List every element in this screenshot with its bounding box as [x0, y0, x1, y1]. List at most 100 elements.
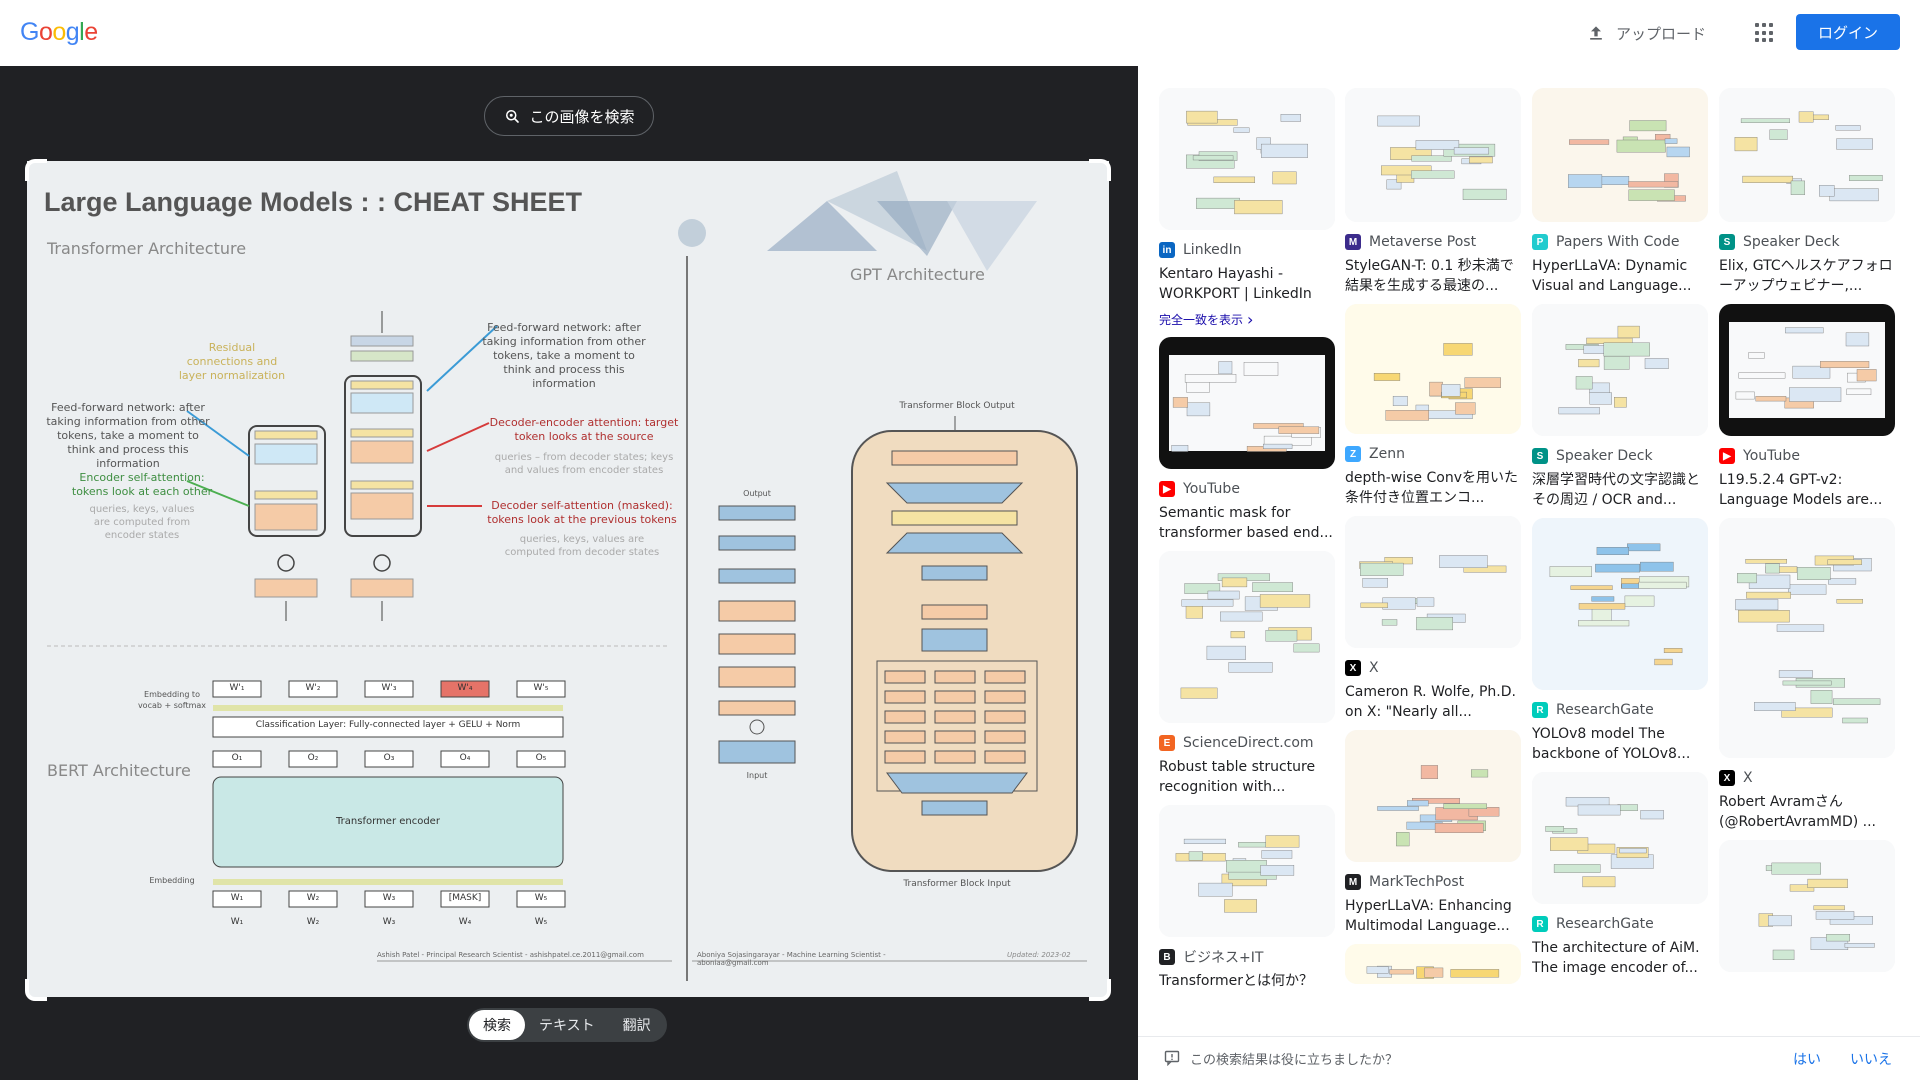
feedback-question: この検索結果は役に立ちましたか？: [1190, 1053, 1399, 1068]
results-column: in LinkedIn Kentaro Hayashi - WORKPORT | L…: [1159, 88, 1335, 1019]
image-ann-encoder-self: Encoder self-attention: tokens look at e…: [71, 471, 213, 498]
apps-grid-icon[interactable]: [1752, 20, 1778, 46]
result-card[interactable]: Z Zenn depth-wise Convを用いた条件付き位置エンコ...: [1345, 304, 1521, 508]
result-title[interactable]: L19.5.2.4 GPT-v2: Language Models are...: [1719, 470, 1895, 510]
tab-text[interactable]: テキスト: [525, 1010, 609, 1040]
result-thumbnail[interactable]: [1159, 551, 1335, 723]
source-favicon-icon: ▶: [1159, 481, 1175, 497]
crop-handle-top-right[interactable]: [1089, 159, 1111, 181]
tab-search[interactable]: 検索: [469, 1010, 525, 1040]
result-thumbnail[interactable]: [1345, 944, 1521, 984]
result-title[interactable]: Robust table structure recognition with.…: [1159, 757, 1335, 797]
bert-input: W₃: [382, 893, 396, 903]
source-favicon-icon: M: [1345, 874, 1361, 890]
result-card[interactable]: R ResearchGate The architecture of AiM. Th…: [1532, 772, 1708, 978]
image-ann-decoder-encoder: Decoder-encoder attention: target token …: [489, 416, 679, 443]
bert-input-below: W₄: [458, 917, 472, 927]
bert-output: O₃: [383, 753, 395, 763]
result-title[interactable]: Transformerとは何か？: [1159, 971, 1335, 1011]
result-title[interactable]: Robert Avramさん (@RobertAvramMD) ...: [1719, 792, 1895, 832]
result-thumbnail[interactable]: [1159, 805, 1335, 937]
image-footer-right: Aboniya Sojasingarayar - Machine Learnin…: [697, 951, 886, 967]
result-card[interactable]: S Speaker Deck Elix, GTCヘルスケアフォローアップウェビナー,…: [1719, 88, 1895, 296]
source-name: LinkedIn: [1183, 242, 1242, 258]
result-source: M Metaverse Post: [1345, 232, 1521, 252]
result-thumbnail[interactable]: [1345, 88, 1521, 222]
feedback-yes-button[interactable]: はい: [1793, 1049, 1821, 1069]
image-ann-residual: Residual connections and layer normaliza…: [178, 341, 286, 382]
result-title[interactable]: 深層学習時代の文字認識とその周辺 / OCR and...: [1532, 470, 1708, 510]
image-section-bert: BERT Architecture: [47, 761, 191, 780]
result-title[interactable]: HyperLLaVA: Enhancing Multimodal Languag…: [1345, 896, 1521, 936]
source-name: X: [1369, 660, 1379, 676]
selected-image[interactable]: Large Language Models : : CHEAT SHEET Tr…: [27, 161, 1109, 997]
result-thumbnail[interactable]: [1719, 840, 1895, 972]
source-favicon-icon: Z: [1345, 446, 1361, 462]
image-title: Large Language Models : : CHEAT SHEET: [44, 187, 583, 217]
source-favicon-icon: E: [1159, 735, 1175, 751]
result-title[interactable]: The architecture of AiM. The image encod…: [1532, 938, 1708, 978]
result-card[interactable]: E ScienceDirect.com Robust table structure…: [1159, 551, 1335, 797]
result-thumbnail[interactable]: [1159, 337, 1335, 469]
source-name: YouTube: [1183, 481, 1240, 497]
tab-translate[interactable]: 翻訳: [609, 1010, 665, 1040]
lens-search-icon: [506, 110, 520, 123]
source-name: YouTube: [1743, 448, 1800, 464]
result-thumbnail[interactable]: [1345, 730, 1521, 862]
result-card[interactable]: S Speaker Deck 深層学習時代の文字認識とその周辺 / OCR and.…: [1532, 304, 1708, 510]
google-logo[interactable]: Google: [20, 18, 98, 47]
image-section-transformer: Transformer Architecture: [47, 239, 247, 258]
bert-input-below: W₅: [534, 917, 548, 927]
upload-button[interactable]: アップロード: [1586, 20, 1706, 46]
gpt-block: [851, 416, 1078, 872]
crop-handle-bottom-left[interactable]: [25, 979, 47, 1001]
source-name: Metaverse Post: [1369, 234, 1477, 250]
bert-input-below: W₁: [230, 917, 244, 927]
result-card[interactable]: [1719, 840, 1895, 972]
result-source: R ResearchGate: [1532, 700, 1708, 720]
feedback-icon: [1164, 1050, 1180, 1066]
result-title[interactable]: depth-wise Convを用いた条件付き位置エンコ...: [1345, 468, 1521, 508]
result-title[interactable]: Semantic mask for transformer based end.…: [1159, 503, 1335, 543]
result-card[interactable]: M MarkTechPost HyperLLaVA: Enhancing Multi…: [1345, 730, 1521, 936]
exact-match-link[interactable]: 完全一致を表示 ›: [1159, 310, 1335, 329]
crop-handle-bottom-right[interactable]: [1089, 979, 1111, 1001]
result-thumbnail[interactable]: [1532, 304, 1708, 436]
result-card[interactable]: P Papers With Code HyperLLaVA: Dynamic Vis…: [1532, 88, 1708, 296]
result-card[interactable]: B ビジネス+IT Transformerとは何か？: [1159, 805, 1335, 1011]
result-card[interactable]: in LinkedIn Kentaro Hayashi - WORKPORT | L…: [1159, 88, 1335, 329]
crop-handle-top-left[interactable]: [25, 159, 47, 181]
result-card[interactable]: M Metaverse Post StyleGAN-T: 0.1 秒未満で結果を生成…: [1345, 88, 1521, 296]
bert-inputs-below: W₁ W₂ W₃ W₄ W₅: [213, 917, 565, 927]
result-thumbnail[interactable]: [1719, 304, 1895, 436]
result-title[interactable]: StyleGAN-T: 0.1 秒未満で結果を生成する最速の...: [1345, 256, 1521, 296]
result-thumbnail[interactable]: [1159, 88, 1335, 230]
bert-output: O₂: [307, 753, 319, 763]
result-thumbnail[interactable]: [1345, 304, 1521, 434]
result-title[interactable]: YOLOv8 model The backbone of YOLOv8...: [1532, 724, 1708, 764]
bert-output: O₁: [231, 753, 243, 763]
result-card[interactable]: X X Robert Avramさん (@RobertAvramMD) ...: [1719, 518, 1895, 832]
result-thumbnail[interactable]: [1719, 518, 1895, 758]
result-title[interactable]: Kentaro Hayashi - WORKPORT | LinkedIn: [1159, 264, 1335, 304]
result-card[interactable]: ▶ YouTube Semantic mask for transformer ba…: [1159, 337, 1335, 543]
result-thumbnail[interactable]: [1532, 518, 1708, 690]
result-title[interactable]: Elix, GTCヘルスケアフォローアップウェビナー,...: [1719, 256, 1895, 296]
source-favicon-icon: S: [1719, 234, 1735, 250]
result-title[interactable]: Cameron R. Wolfe, Ph.D. on X: "Nearly al…: [1345, 682, 1521, 722]
result-thumbnail[interactable]: [1532, 772, 1708, 904]
result-card[interactable]: ▶ YouTube L19.5.2.4 GPT-v2: Language Model…: [1719, 304, 1895, 510]
login-button[interactable]: ログイン: [1796, 14, 1900, 50]
result-source: Z Zenn: [1345, 444, 1521, 464]
result-thumbnail[interactable]: [1532, 88, 1708, 222]
result-card[interactable]: R ResearchGate YOLOv8 model The backbone o…: [1532, 518, 1708, 764]
search-this-image-button[interactable]: この画像を検索: [484, 96, 654, 136]
result-title[interactable]: HyperLLaVA: Dynamic Visual and Language.…: [1532, 256, 1708, 296]
visual-matches: in LinkedIn Kentaro Hayashi - WORKPORT | L…: [1138, 66, 1920, 1036]
result-card[interactable]: [1345, 944, 1521, 984]
result-thumbnail[interactable]: [1719, 88, 1895, 222]
result-card[interactable]: X X Cameron R. Wolfe, Ph.D. on X: "Nearly …: [1345, 516, 1521, 722]
source-favicon-icon: R: [1532, 702, 1548, 718]
result-thumbnail[interactable]: [1345, 516, 1521, 648]
feedback-no-button[interactable]: いいえ: [1850, 1049, 1892, 1069]
